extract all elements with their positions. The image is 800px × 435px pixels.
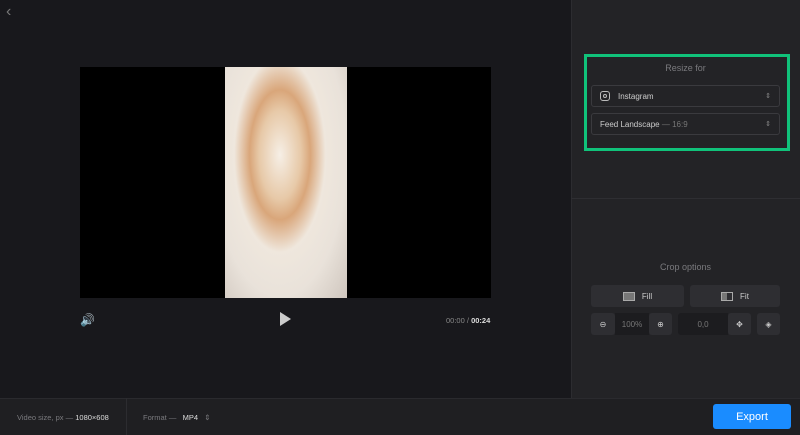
chevron-left-icon: ‹: [6, 3, 12, 20]
volume-icon[interactable]: 🔊: [80, 313, 95, 327]
platform-value: Instagram: [618, 91, 654, 101]
format-label: Format —: [143, 413, 177, 422]
dash: —: [661, 119, 670, 129]
resize-title: Resize for: [665, 63, 706, 73]
fill-icon: [622, 291, 635, 301]
zoom-out-button[interactable]: ⊖: [591, 313, 615, 335]
position-input[interactable]: 0,0: [678, 313, 728, 335]
video-preview: [80, 67, 491, 298]
current-time: 00:00: [446, 316, 465, 325]
timecode: 00:00 / 00:24: [446, 316, 490, 325]
select-arrows-icon: ⇕: [765, 121, 771, 128]
video-frame-image: [225, 67, 347, 298]
fill-button[interactable]: Fill: [591, 285, 684, 307]
fit-icon: [721, 291, 734, 301]
platform-select[interactable]: Instagram ⇕: [591, 85, 780, 107]
select-arrows-icon: ⇕: [204, 413, 211, 422]
background-color-button[interactable]: ◈: [757, 313, 780, 335]
export-button[interactable]: Export: [713, 404, 791, 429]
duration: 00:24: [471, 316, 491, 325]
crop-title: Crop options: [659, 262, 712, 272]
ratio-value: 16:9: [672, 119, 688, 129]
fill-label: Fill: [641, 291, 653, 301]
move-button[interactable]: ✥: [728, 313, 751, 335]
fit-button[interactable]: Fit: [690, 285, 780, 307]
select-arrows-icon: ⇕: [765, 93, 771, 100]
video-size: Video size, px — 1080×608: [17, 413, 109, 422]
zoom-input[interactable]: 100%: [615, 313, 649, 335]
back-button[interactable]: ‹: [6, 4, 22, 20]
zoom-in-button[interactable]: ⊕: [649, 313, 672, 335]
format-value: MP4: [182, 413, 199, 422]
paint-bucket-icon: ◈: [765, 319, 772, 329]
video-size-label: Video size, px —: [17, 413, 74, 422]
footer-divider: [126, 398, 127, 435]
video-size-value: 1080×608: [75, 413, 109, 422]
format-picker[interactable]: Format — MP4 ⇕: [143, 413, 211, 422]
instagram-icon: [600, 91, 610, 101]
footer-bar: [0, 398, 800, 435]
zoom-out-icon: ⊖: [599, 319, 607, 329]
play-button[interactable]: [280, 312, 291, 326]
move-icon: ✥: [736, 319, 743, 329]
fit-label: Fit: [740, 291, 749, 301]
format-value: Feed Landscape: [600, 119, 660, 129]
format-select[interactable]: Feed Landscape — 16:9 ⇕: [591, 113, 780, 135]
divider: [571, 198, 800, 199]
time-separator: /: [466, 316, 469, 325]
zoom-in-icon: ⊕: [657, 319, 664, 329]
